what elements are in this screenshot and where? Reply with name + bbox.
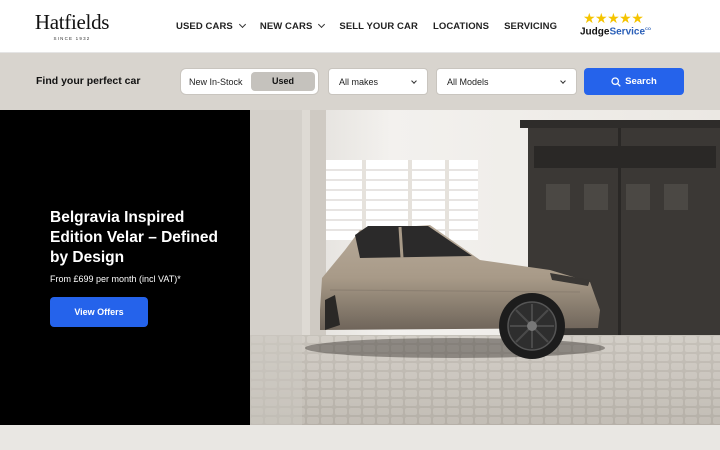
logo-text: Hatfields [34,10,110,34]
stock-toggle: New In-Stock Used [180,68,319,95]
view-offers-button[interactable]: View Offers [50,297,148,327]
models-select-value: All Models [447,77,489,87]
chevron-down-icon [560,78,566,84]
nav-servicing-label: SERVICING [504,20,558,32]
nav-new-cars-label: NEW CARS [259,20,313,32]
chevron-down-icon [238,20,246,29]
search-icon [611,76,621,87]
hatfields-logo[interactable]: Hatfields SINCE 1932 [34,11,110,41]
nav-new-cars[interactable]: NEW CARS [259,18,326,34]
search-button[interactable]: Search [584,68,684,95]
service-text: Service [609,26,646,38]
chevron-down-icon [318,20,326,29]
models-select[interactable]: All Models [436,68,577,95]
hero-car-image [250,110,720,425]
toggle-used[interactable]: Used [251,72,315,91]
nav-used-cars-label: USED CARS [176,20,233,32]
judge-service-logo: JudgeServiceCO [580,26,655,37]
search-button-label: Search [625,76,657,87]
chevron-down-icon [411,78,417,84]
makes-select[interactable]: All makes [328,68,428,95]
nav-sell-your-car[interactable]: SELL YOUR CAR [339,18,418,34]
main-nav: USED CARS NEW CARS SELL YOUR CAR LOCATIO… [176,18,572,34]
hero-title: Belgravia Inspired Edition Velar – Defin… [50,209,218,266]
judge-suffix: CO [645,26,652,31]
judge-text: Judge [580,26,610,38]
nav-locations-label: LOCATIONS [432,20,490,32]
range-rover-velar-image [250,110,720,425]
nav-sell-label: SELL YOUR CAR [339,20,418,32]
page-bottom-strip [0,425,720,450]
nav-used-cars[interactable]: USED CARS [176,18,246,34]
judge-service-rating[interactable]: ★★★★★ JudgeServiceCO [580,11,655,37]
nav-servicing[interactable]: SERVICING [504,18,557,34]
search-bar: Find your perfect car New In-Stock Used … [0,53,720,110]
search-heading: Find your perfect car [36,75,141,87]
toggle-new-in-stock[interactable]: New In-Stock [189,77,243,87]
star-rating-icon: ★★★★★ [583,10,644,26]
hero-panel: Belgravia Inspired Edition Velar – Defin… [0,110,250,425]
logo-since: SINCE 1932 [53,36,91,41]
site-header: Hatfields SINCE 1932 USED CARS NEW CARS … [0,0,720,53]
makes-select-value: All makes [339,77,379,87]
nav-locations[interactable]: LOCATIONS [433,18,489,34]
hero-subtitle: From £699 per month (incl VAT)* [50,274,181,284]
